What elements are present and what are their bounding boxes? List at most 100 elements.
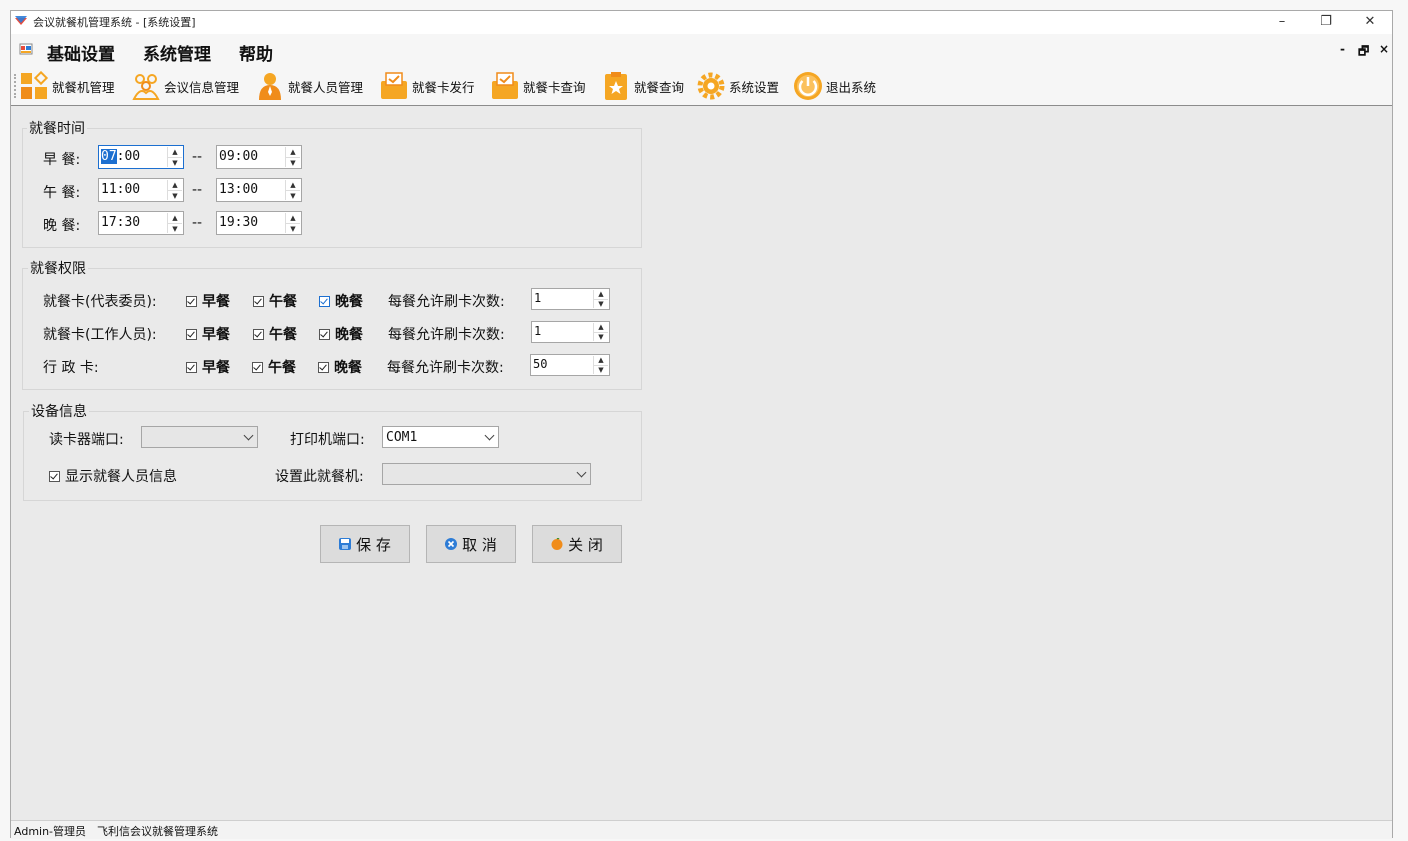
staff-breakfast-checkbox[interactable]: 早餐 <box>186 324 230 344</box>
reader-port-select[interactable] <box>141 426 258 448</box>
set-machine-label: 设置此就餐机: <box>275 469 364 485</box>
delegate-swipe-spinner[interactable]: 1 ▲ ▼ <box>531 288 610 310</box>
title-bar: 会议就餐机管理系统 - [系统设置] – ❐ ✕ <box>11 11 1392 33</box>
spin-down-icon[interactable]: ▼ <box>594 333 608 342</box>
spin-up-icon[interactable]: ▲ <box>286 147 300 158</box>
permission-admin-label: 行 政 卡: <box>43 360 99 376</box>
delegate-lunch-checkbox[interactable]: 午餐 <box>253 291 297 311</box>
cancel-button[interactable]: 取 消 <box>426 525 516 563</box>
toolbar-card-query-button[interactable]: 就餐卡查询 <box>490 69 586 103</box>
lunch-label: 午 餐: <box>43 185 81 201</box>
close-window-button[interactable]: ✕ <box>1348 11 1392 33</box>
dinner-start-spinner[interactable]: 17:30 ▲ ▼ <box>98 211 184 235</box>
mdi-minimize-button[interactable]: - <box>1340 42 1345 56</box>
mdi-close-button[interactable]: × <box>1379 42 1389 56</box>
toolbar-label: 就餐卡发行 <box>412 79 475 95</box>
toolbar-dining-query-button[interactable]: 就餐查询 <box>601 69 684 103</box>
spin-down-icon[interactable]: ▼ <box>168 224 182 234</box>
printer-port-select[interactable]: COM1 <box>382 426 499 448</box>
toolbar: 就餐机管理 会议信息管理 就餐人员管理 就餐卡发行 就餐卡查询 就餐查询 系统设… <box>11 67 1392 106</box>
breakfast-end-spinner[interactable]: 09:00 ▲ ▼ <box>216 145 302 169</box>
toolbar-label: 退出系统 <box>826 79 877 95</box>
delegate-dinner-checkbox[interactable]: 晚餐 <box>319 291 363 311</box>
spin-up-icon[interactable]: ▲ <box>594 323 608 333</box>
menu-system-management[interactable]: 系统管理 <box>143 40 211 65</box>
menu-basic-settings[interactable]: 基础设置 <box>47 40 115 65</box>
meal-time-group-title: 就餐时间 <box>27 118 87 138</box>
spin-up-icon[interactable]: ▲ <box>594 290 608 300</box>
toolbar-label: 就餐机管理 <box>52 79 115 95</box>
window-title: 会议就餐机管理系统 - [系统设置] <box>33 16 196 29</box>
spin-down-icon[interactable]: ▼ <box>286 158 300 168</box>
lunch-start-spinner[interactable]: 11:00 ▲ ▼ <box>98 178 184 202</box>
permission-staff-label: 就餐卡(工作人员): <box>43 327 157 343</box>
staff-swipe-spinner[interactable]: 1 ▲ ▼ <box>531 321 610 343</box>
toolbar-meeting-info-button[interactable]: 会议信息管理 <box>131 69 239 103</box>
save-button[interactable]: 保 存 <box>320 525 410 563</box>
device-info-group <box>23 411 642 501</box>
show-diner-info-checkbox[interactable]: 显示就餐人员信息 <box>49 466 177 486</box>
card-query-icon <box>492 72 518 99</box>
spin-up-icon[interactable]: ▲ <box>286 213 300 224</box>
spin-down-icon[interactable]: ▼ <box>168 158 182 168</box>
meal-permission-group-title: 就餐权限 <box>28 258 88 278</box>
lunch-end-spinner[interactable]: 13:00 ▲ ▼ <box>216 178 302 202</box>
mdi-restore-button[interactable]: 🗗 <box>1358 42 1369 63</box>
toolbar-label: 就餐查询 <box>634 79 685 95</box>
menu-bar: 基础设置 系统管理 帮助 - 🗗 × <box>11 34 1392 67</box>
terminal-icon <box>21 71 49 99</box>
spin-up-icon[interactable]: ▲ <box>594 356 608 366</box>
mdi-form-icon <box>19 43 33 55</box>
status-user: Admin-管理员 <box>14 825 87 838</box>
time-separator: -- <box>192 182 203 198</box>
app-logo-icon <box>15 16 27 25</box>
floppy-disk-icon <box>339 538 352 550</box>
device-info-group-title: 设备信息 <box>29 401 89 421</box>
staff-dinner-checkbox[interactable]: 晚餐 <box>319 324 363 344</box>
chevron-down-icon <box>243 430 254 441</box>
breakfast-start-spinner[interactable]: 07:00 ▲ ▼ <box>98 145 184 169</box>
spin-down-icon[interactable]: ▼ <box>594 366 608 375</box>
toolbar-card-issue-button[interactable]: 就餐卡发行 <box>379 69 475 103</box>
dining-machine-select[interactable] <box>382 463 591 485</box>
spin-up-icon[interactable]: ▲ <box>168 180 182 191</box>
restore-button[interactable]: ❐ <box>1304 11 1348 33</box>
spin-down-icon[interactable]: ▼ <box>286 224 300 234</box>
spin-down-icon[interactable]: ▼ <box>286 191 300 201</box>
toolbar-label: 会议信息管理 <box>164 79 240 95</box>
toolbar-label: 就餐卡查询 <box>523 79 586 95</box>
person-icon <box>259 73 281 100</box>
spin-down-icon[interactable]: ▼ <box>168 191 182 201</box>
breakfast-start-selected: 07 <box>101 149 117 164</box>
swipe-count-label: 每餐允许刷卡次数: <box>388 294 505 310</box>
toolbar-diners-button[interactable]: 就餐人员管理 <box>255 69 363 103</box>
delegate-breakfast-checkbox[interactable]: 早餐 <box>186 291 230 311</box>
staff-lunch-checkbox[interactable]: 午餐 <box>253 324 297 344</box>
spin-up-icon[interactable]: ▲ <box>286 180 300 191</box>
admin-swipe-spinner[interactable]: 50 ▲ ▼ <box>530 354 610 376</box>
time-separator: -- <box>192 215 203 231</box>
spin-up-icon[interactable]: ▲ <box>168 213 182 224</box>
toolbar-exit-button[interactable]: 退出系统 <box>793 69 876 103</box>
toolbar-label: 就餐人员管理 <box>288 79 364 95</box>
admin-breakfast-checkbox[interactable]: 早餐 <box>186 357 230 377</box>
toolbar-system-settings-button[interactable]: 系统设置 <box>696 69 779 103</box>
printer-port-label: 打印机端口: <box>290 432 365 448</box>
dinner-end-spinner[interactable]: 19:30 ▲ ▼ <box>216 211 302 235</box>
minimize-button[interactable]: – <box>1260 11 1304 33</box>
clipboard-star-icon <box>605 72 627 100</box>
spin-down-icon[interactable]: ▼ <box>594 300 608 309</box>
orange-ball-icon <box>551 538 563 550</box>
spin-up-icon[interactable]: ▲ <box>168 147 182 158</box>
admin-dinner-checkbox[interactable]: 晚餐 <box>318 357 362 377</box>
status-bar: Admin-管理员 飞利信会议就餐管理系统 <box>11 820 1392 839</box>
swipe-count-label: 每餐允许刷卡次数: <box>388 327 505 343</box>
menu-help[interactable]: 帮助 <box>239 40 273 65</box>
people-icon <box>132 74 160 100</box>
admin-lunch-checkbox[interactable]: 午餐 <box>252 357 296 377</box>
breakfast-start-rest: :00 <box>116 149 141 164</box>
close-button[interactable]: 关 闭 <box>532 525 622 563</box>
toolbar-dining-machine-button[interactable]: 就餐机管理 <box>19 69 115 103</box>
reader-port-label: 读卡器端口: <box>49 432 124 448</box>
cancel-circle-icon <box>445 538 458 550</box>
